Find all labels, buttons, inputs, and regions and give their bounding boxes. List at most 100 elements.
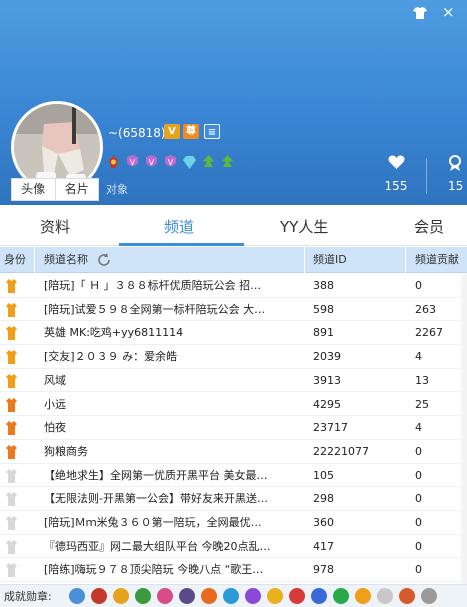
channel-name: 『德玛西亚』网二最大组队平台 今晚20点乱… (44, 539, 271, 553)
achievement-medal-icon[interactable] (421, 588, 437, 604)
tab-channel[interactable]: 频道 (164, 208, 194, 246)
card-tab[interactable]: 名片 (54, 179, 99, 200)
achievement-medal-icon[interactable] (91, 588, 107, 604)
achievement-medal-icon[interactable] (267, 588, 283, 604)
channel-name: 【绝地求生】全网第一优质开黑平台 美女最… (44, 468, 268, 482)
table-row[interactable]: 怕夜 23717 4 (0, 416, 467, 440)
second-stat[interactable]: 15 (448, 155, 467, 193)
channel-table: [陪玩]「 Ｈ 」３８８标杆优质陪玩公会 招… 388 0 [陪玩]试爱５９８全网第一… (0, 274, 467, 584)
achievement-medal-icon[interactable] (201, 588, 217, 604)
table-row[interactable]: 【绝地求生】全网第一优质开黑平台 美女最… 105 0 (0, 464, 467, 488)
like-stat[interactable]: 155 (381, 155, 411, 193)
close-icon[interactable]: × (442, 5, 455, 20)
channel-contribution: 0 (415, 492, 422, 506)
achievement-medal-icon[interactable] (69, 588, 85, 604)
role-icon (6, 539, 17, 554)
scrollbar[interactable] (461, 274, 467, 584)
achievement-medal-icon[interactable] (179, 588, 195, 604)
channel-name: [交友]２０３９ み：爱余皓 (44, 350, 178, 364)
table-row[interactable]: [陪练]嗨玩９７８顶尖陪玩 今晚八点 “歌王… 978 0 (0, 558, 467, 583)
svg-text:V: V (149, 158, 155, 167)
channel-id: 298 (313, 492, 334, 506)
channel-name: [陪玩]Ｍｍ米兔３６０第一陪玩，全网最优… (44, 516, 262, 529)
channel-name: [陪玩]「 Ｈ 」３８８标杆优质陪玩公会 招… (44, 279, 262, 292)
header-id[interactable]: 频道ID (313, 247, 347, 273)
channel-name: 【无限法则-开黑第一公会】带好友来开黑送… (44, 492, 268, 506)
svg-text:V: V (130, 158, 136, 167)
column-separator (304, 247, 305, 273)
table-row[interactable]: [陪玩]试爱５９８全网第一标杆陪玩公会 大… 598 263 (0, 298, 467, 322)
header-role[interactable]: 身份 (4, 247, 26, 273)
vip-badge[interactable]: V (164, 124, 180, 139)
tab-member[interactable]: 会员 (414, 208, 444, 246)
diamond-medal-icon[interactable] (182, 154, 197, 171)
channel-contribution: 263 (415, 302, 436, 316)
object-label: 对象 (106, 183, 128, 196)
achievement-medal-icon[interactable] (135, 588, 151, 604)
shield-medal-icon[interactable]: V (163, 154, 178, 171)
channel-contribution: 0 (415, 279, 422, 292)
tab-yy-life[interactable]: YY人生 (280, 208, 328, 246)
table-row[interactable]: 【无限法则-开黑第一公会】带好友来开黑送… 298 0 (0, 487, 467, 511)
role-icon (6, 373, 17, 388)
channel-contribution: 2267 (415, 326, 443, 340)
achievement-medal-icon[interactable] (399, 588, 415, 604)
channel-id: 978 (313, 563, 334, 577)
channel-id: 891 (313, 326, 334, 340)
shield-medal-icon[interactable]: V (144, 154, 159, 171)
channel-id: 388 (313, 279, 334, 292)
tab-profile[interactable]: 资料 (40, 208, 70, 246)
channel-contribution: 0 (415, 539, 422, 553)
refresh-icon[interactable] (96, 252, 112, 268)
role-icon (6, 302, 17, 317)
leaf-medal-icon[interactable] (220, 154, 235, 171)
channel-name: [陪练]嗨玩９７８顶尖陪玩 今晚八点 “歌王… (44, 563, 264, 577)
channel-contribution: 0 (415, 468, 422, 482)
role-icon (6, 563, 17, 578)
role-icon (6, 421, 17, 436)
role-icon (6, 350, 17, 365)
medal-row: V V V (106, 154, 235, 172)
heart-icon (387, 155, 405, 169)
achievement-medal-icon[interactable] (333, 588, 349, 604)
channel-contribution: 4 (415, 421, 422, 435)
tab-bar: 资料 频道 YY人生 会员 (0, 208, 467, 246)
channel-id: 3913 (313, 373, 341, 387)
shield-medal-icon[interactable]: V (125, 154, 140, 171)
nickname: ~(65818) (108, 126, 166, 140)
zun-badge[interactable]: 尊 (183, 124, 199, 139)
achievement-medal-icon[interactable] (355, 588, 371, 604)
achievement-medal-icon[interactable] (113, 588, 129, 604)
achievement-medal-icon[interactable] (223, 588, 239, 604)
achievement-medal-icon[interactable] (245, 588, 261, 604)
table-row[interactable]: 小远 4295 25 (0, 393, 467, 417)
table-row[interactable]: [陪玩]「 Ｈ 」３８８标杆优质陪玩公会 招… 388 0 (0, 274, 467, 298)
wing-medal-icon[interactable] (106, 154, 121, 171)
channel-id: 417 (313, 539, 334, 553)
table-row[interactable]: 狗粮商务 22221077 0 (0, 440, 467, 464)
table-row[interactable]: [陪玩]Ｍｍ米兔３６０第一陪玩，全网最优… 360 0 (0, 511, 467, 535)
role-icon (6, 397, 17, 412)
achievement-medal-icon[interactable] (289, 588, 305, 604)
channel-name: 怕夜 (44, 421, 66, 435)
channel-id: 22221077 (313, 444, 369, 458)
channel-contribution: 0 (415, 516, 422, 529)
channel-id: 105 (313, 468, 334, 482)
header-name[interactable]: 频道名称 (44, 247, 88, 273)
leaf-medal-icon[interactable] (201, 154, 216, 171)
table-row[interactable]: 英雄 MK:吃鸡+yy6811114 891 2267 (0, 321, 467, 346)
card-icon[interactable]: ≡ (204, 124, 220, 139)
header-contrib[interactable]: 频道贡献 (415, 247, 459, 273)
skin-icon[interactable] (413, 7, 427, 19)
channel-name: 英雄 MK:吃鸡+yy6811114 (44, 326, 184, 340)
table-row[interactable]: 风域 3913 13 (0, 369, 467, 393)
achievement-medal-icon[interactable] (157, 588, 173, 604)
achievement-medal-icon[interactable] (311, 588, 327, 604)
avatar-tab[interactable]: 头像 (12, 179, 55, 200)
table-row[interactable]: 『德玛西亚』网二最大组队平台 今晚20点乱… 417 0 (0, 535, 467, 559)
profile-header: × 头像 名片 ~(65818) V 尊 ≡ V V V 对象 155 15 (0, 0, 467, 205)
channel-name: 狗粮商务 (44, 444, 88, 458)
channel-id: 2039 (313, 350, 341, 364)
achievement-medal-icon[interactable] (377, 588, 393, 604)
table-row[interactable]: [交友]２０３９ み：爱余皓 2039 4 (0, 345, 467, 369)
